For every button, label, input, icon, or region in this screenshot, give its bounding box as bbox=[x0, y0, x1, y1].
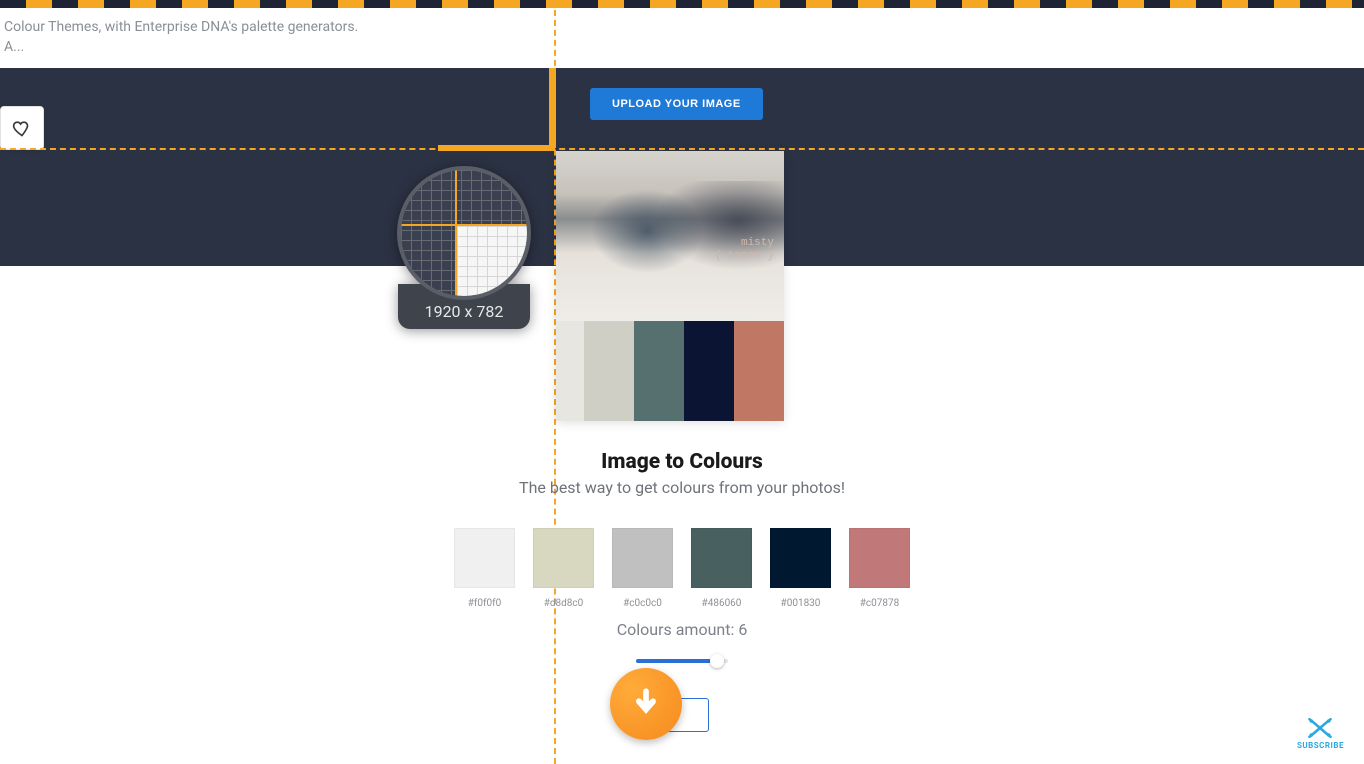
color-swatch[interactable]: #f0f0f0 bbox=[454, 528, 515, 609]
desc-line-1: Colour Themes, with Enterprise DNA's pal… bbox=[4, 18, 1360, 38]
color-swatch[interactable]: #001830 bbox=[770, 528, 831, 609]
color-swatch[interactable]: #c07878 bbox=[849, 528, 910, 609]
download-arrow-button[interactable] bbox=[610, 668, 682, 740]
arrow-down-icon bbox=[629, 687, 663, 721]
swatch-hex-label: #001830 bbox=[781, 598, 821, 609]
page-description: Colour Themes, with Enterprise DNA's pal… bbox=[0, 18, 1364, 57]
swatch-hex-label: #c07878 bbox=[860, 598, 900, 609]
lens-grid-light bbox=[457, 226, 531, 300]
swatch-box bbox=[849, 528, 910, 588]
desc-line-2: A... bbox=[4, 38, 1360, 58]
color-swatch[interactable]: #c0c0c0 bbox=[612, 528, 673, 609]
swatch-box bbox=[612, 528, 673, 588]
swatch-hex-label: #d8d8c0 bbox=[544, 598, 584, 609]
subscribe-badge[interactable]: SUBSCRIBE bbox=[1297, 717, 1344, 750]
swatch-hex-label: #c0c0c0 bbox=[623, 598, 662, 609]
preview-swatch[interactable] bbox=[734, 321, 784, 421]
inspector-lens bbox=[397, 166, 531, 300]
lens-crosshair-v bbox=[455, 170, 457, 296]
guide-horizontal-dashed bbox=[0, 148, 1364, 150]
slider-fill bbox=[636, 659, 711, 663]
colours-amount-slider[interactable] bbox=[636, 654, 728, 668]
preview-swatch[interactable] bbox=[584, 321, 634, 421]
preview-palette-strip bbox=[556, 321, 784, 421]
color-swatch[interactable]: #486060 bbox=[691, 528, 752, 609]
swatch-box bbox=[770, 528, 831, 588]
color-swatch[interactable]: #d8d8c0 bbox=[533, 528, 594, 609]
swatch-box bbox=[533, 528, 594, 588]
swatch-hex-label: #f0f0f0 bbox=[468, 598, 501, 609]
upload-image-button[interactable]: UPLOAD YOUR IMAGE bbox=[590, 88, 763, 120]
caption-line-1: misty bbox=[715, 237, 774, 250]
favorite-button[interactable] bbox=[0, 106, 44, 150]
preview-image-content bbox=[556, 181, 784, 281]
extracted-swatch-row: #f0f0f0 #d8d8c0 #c0c0c0 #486060 #001830 … bbox=[0, 528, 1364, 609]
dna-icon bbox=[1306, 717, 1334, 739]
colours-amount-label: Colours amount: 6 bbox=[0, 620, 1364, 639]
slider-thumb[interactable] bbox=[710, 654, 724, 668]
lens-crosshair-h bbox=[401, 224, 527, 226]
preview-image[interactable]: misty { tones } bbox=[556, 151, 784, 321]
section-title: Image to Colours bbox=[0, 450, 1364, 474]
heart-icon bbox=[12, 118, 32, 138]
preview-image-caption: misty { tones } bbox=[715, 237, 774, 263]
preview-swatch[interactable] bbox=[684, 321, 734, 421]
subscribe-label: SUBSCRIBE bbox=[1297, 741, 1344, 750]
swatch-hex-label: #486060 bbox=[702, 598, 742, 609]
section-subtitle: The best way to get colours from your ph… bbox=[0, 478, 1364, 497]
swatch-box bbox=[454, 528, 515, 588]
pixel-inspector: 1920 x 782 bbox=[390, 166, 538, 329]
caption-line-2: { tones } bbox=[715, 250, 774, 263]
ruler-top-stripe bbox=[0, 0, 1364, 8]
amount-prefix: Colours amount: bbox=[617, 620, 739, 639]
amount-value: 6 bbox=[738, 620, 747, 639]
image-preview-card: misty { tones } bbox=[556, 151, 784, 421]
preview-swatch[interactable] bbox=[556, 321, 584, 421]
preview-swatch[interactable] bbox=[634, 321, 684, 421]
swatch-box bbox=[691, 528, 752, 588]
